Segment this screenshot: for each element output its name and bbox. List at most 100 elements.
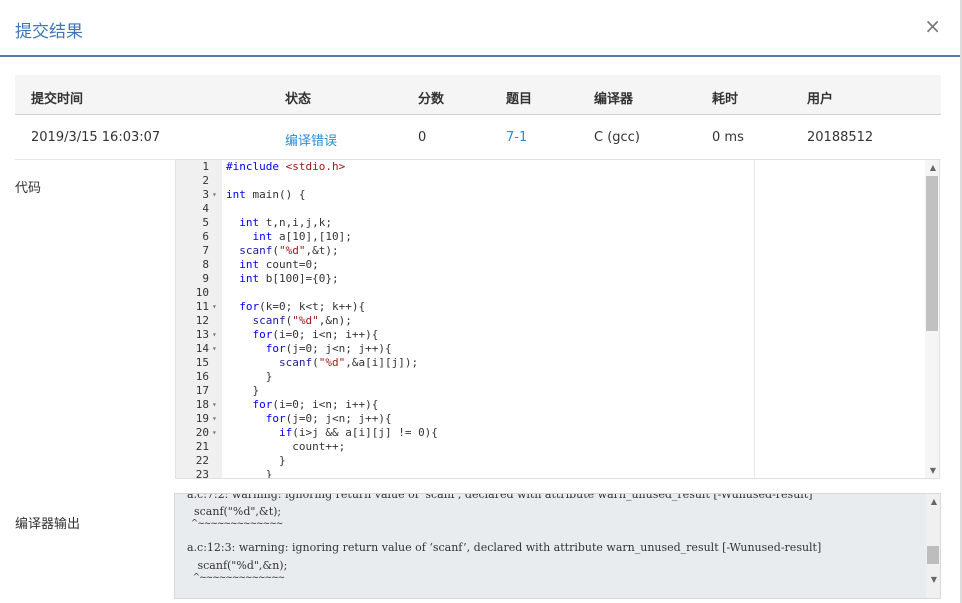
header-user: 用户 (807, 92, 834, 107)
code-line: 13 ▾ for(i=0; i<n; i++){ (176, 328, 926, 342)
fold-toggle-icon[interactable]: ▾ (212, 188, 217, 202)
code-line: 23 } (176, 468, 926, 479)
code-line: 11 ▾ for(k=0; k<t; k++){ (176, 300, 926, 314)
cell-duration: 0 ms (712, 130, 744, 145)
code-text: count++; (226, 440, 346, 453)
code-line: 3 ▾ int main() { (176, 188, 926, 202)
line-number: 8 (202, 258, 209, 271)
line-number: 23 (195, 468, 209, 479)
line-number: 10 (195, 286, 209, 299)
line-number: 16 (195, 370, 209, 383)
code-text: scanf("%d",&a[i][j]); (278, 356, 419, 369)
line-number: 20 (195, 426, 209, 439)
fold-toggle-icon[interactable]: ▾ (212, 398, 217, 412)
line-number: 4 (202, 202, 209, 215)
header-status: 状态 (285, 92, 312, 107)
header-duration: 耗时 (712, 92, 739, 107)
code-line: 16 } (176, 370, 926, 384)
scroll-down-icon[interactable]: ▼ (930, 466, 936, 475)
line-number: 6 (202, 230, 209, 243)
dialog-header: 提交结果 × (0, 0, 962, 57)
code-lines: 1 #include <stdio.h> 2 3 ▾ int main() {4 5 int… (176, 160, 926, 479)
line-number: 5 (202, 216, 209, 229)
output-caret-line: ^~~~~~~~~~~~~~ (187, 519, 284, 529)
code-line: 10 (176, 286, 926, 300)
fold-toggle-icon[interactable]: ▾ (212, 342, 217, 356)
code-text: int a[10],[10]; (252, 230, 352, 243)
line-number: 14 (195, 342, 209, 355)
code-text: #include <stdio.h> (226, 160, 346, 173)
code-line: 15 scanf("%d",&a[i][j]); (176, 356, 926, 370)
line-number: 17 (195, 384, 209, 397)
code-line: 9 int b[100]={0}; (176, 272, 926, 286)
code-line: 12 scanf("%d",&n); (176, 314, 926, 328)
output-line: scanf("%d",&n); (187, 559, 288, 572)
result-table: 提交时间 状态 分数 题目 编译器 耗时 用户 2019/3/15 16:03:… (15, 75, 941, 160)
code-text: for(k=0; k<t; k++){ (239, 300, 366, 313)
scroll-down-icon[interactable]: ▼ (931, 575, 937, 584)
fold-toggle-icon[interactable]: ▾ (212, 328, 217, 342)
compiler-output-label: 编译器输出 (15, 517, 81, 532)
cell-compiler: C (gcc) (594, 130, 640, 145)
code-text: } (226, 454, 286, 467)
code-text: scanf("%d",&t); (239, 244, 339, 257)
cell-problem-link[interactable]: 7-1 (506, 130, 527, 145)
line-number: 2 (202, 174, 209, 187)
code-text: int b[100]={0}; (239, 272, 339, 285)
code-line: 18 ▾ for(i=0; i<n; i++){ (176, 398, 926, 412)
line-number: 15 (195, 356, 209, 369)
code-line: 21 count++; (176, 440, 926, 454)
dialog-title: 提交结果 (15, 22, 83, 42)
close-icon[interactable]: × (924, 16, 941, 36)
code-line: 22 } (176, 454, 926, 468)
line-number: 19 (195, 412, 209, 425)
editor-scrollbar[interactable]: ▲ ▼ (925, 160, 939, 478)
scroll-up-icon[interactable]: ▲ (930, 163, 936, 172)
output-caret-line: ^~~~~~~~~~~~~~ (187, 573, 286, 583)
code-text: scanf("%d",&n); (252, 314, 352, 327)
code-line: 1 #include <stdio.h> (176, 160, 926, 174)
line-number: 22 (195, 454, 209, 467)
cell-submit-time: 2019/3/15 16:03:07 (31, 130, 161, 145)
cell-user: 20188512 (807, 130, 874, 145)
editor-scroll-thumb[interactable] (926, 176, 938, 331)
header-compiler: 编译器 (594, 92, 634, 107)
code-text: } (226, 468, 273, 479)
code-text: if(i>j && a[i][j] != 0){ (278, 426, 438, 439)
code-line: 14 ▾ for(j=0; j<n; j++){ (176, 342, 926, 356)
line-number: 9 (202, 272, 209, 285)
code-editor[interactable]: 1 #include <stdio.h> 2 3 ▾ int main() {4 5 int… (175, 159, 940, 479)
code-line: 20 ▾ if(i>j && a[i][j] != 0){ (176, 426, 926, 440)
fold-toggle-icon[interactable]: ▾ (212, 426, 217, 440)
code-text: for(i=0; i<n; i++){ (252, 398, 379, 411)
line-number: 18 (195, 398, 209, 411)
header-score: 分数 (418, 92, 445, 107)
code-label: 代码 (15, 181, 42, 196)
code-text: int t,n,i,j,k; (239, 216, 332, 229)
code-line: 7 scanf("%d",&t); (176, 244, 926, 258)
fold-toggle-icon[interactable]: ▾ (212, 300, 217, 314)
output-line: scanf("%d",&t); (187, 505, 282, 518)
code-text: for(j=0; j<n; j++){ (265, 412, 392, 425)
cell-status-link[interactable]: 编译错误 (285, 130, 337, 149)
output-line: a.c:7:2: warning: ignoring return value … (187, 493, 813, 501)
line-number: 7 (202, 244, 209, 257)
compiler-output-box[interactable]: a.c:7:2: warning: ignoring return value … (174, 493, 941, 599)
header-submit-time: 提交时间 (31, 92, 84, 107)
output-scrollbar[interactable]: ▲ ▼ (926, 494, 940, 598)
code-line: 5 int t,n,i,j,k; (176, 216, 926, 230)
table-header-row (15, 75, 941, 115)
output-scroll-thumb[interactable] (927, 546, 939, 564)
code-text: } (226, 384, 260, 397)
header-problem: 题目 (506, 92, 533, 107)
submission-result-dialog: 提交结果 × 提交时间 状态 分数 题目 编译器 耗时 用户 2019/3/15… (0, 0, 962, 603)
code-text: for(j=0; j<n; j++){ (265, 342, 392, 355)
code-text: } (226, 370, 273, 383)
code-text: int count=0; (239, 258, 319, 271)
line-number: 3 (202, 188, 209, 201)
fold-toggle-icon[interactable]: ▾ (212, 412, 217, 426)
code-line: 2 (176, 174, 926, 188)
scroll-up-icon[interactable]: ▲ (931, 497, 937, 506)
line-number: 11 (195, 300, 209, 313)
line-number: 13 (195, 328, 209, 341)
